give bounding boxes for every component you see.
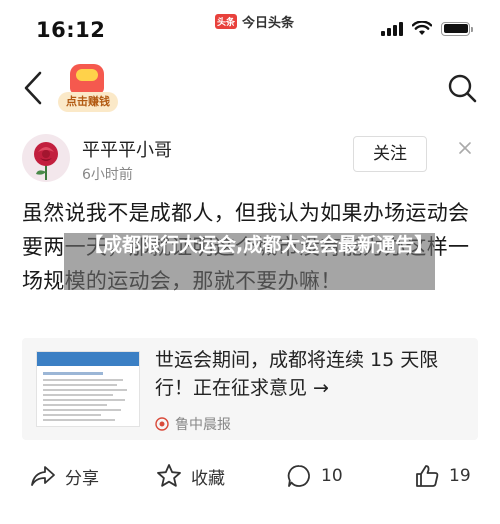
post-time: 6小时前	[82, 167, 133, 183]
app-name: 今日头条	[242, 16, 295, 31]
close-icon[interactable]	[457, 140, 473, 156]
wifi-icon	[412, 21, 432, 35]
status-time: 16:12	[36, 18, 106, 42]
nav-bar: 点击赚钱	[0, 58, 500, 120]
battery-icon	[441, 21, 473, 36]
battery-level	[443, 24, 468, 33]
promo-label: 点击赚钱	[58, 92, 118, 112]
avatar[interactable]	[22, 134, 70, 182]
chevron-left-icon[interactable]	[22, 70, 44, 106]
comment-count: 10	[321, 466, 343, 486]
toutiao-logo-icon: 头条	[215, 14, 237, 29]
overlay-title: 【成都限行大运会,成都大运会最新通告】	[84, 234, 434, 256]
article-thumbnail	[36, 351, 140, 427]
comment-icon	[287, 465, 310, 487]
status-bar: 16:12 头条 今日头条	[0, 0, 500, 58]
author-name[interactable]: 平平平小哥	[82, 136, 172, 162]
status-icons	[381, 21, 473, 36]
source-logo-icon	[155, 417, 169, 431]
follow-button[interactable]: 关注	[353, 136, 427, 172]
share-icon	[31, 466, 55, 486]
share-label: 分享	[65, 468, 99, 489]
like-button[interactable]: 19	[414, 463, 471, 489]
red-envelope-icon	[70, 64, 104, 94]
thumbs-up-icon	[416, 465, 439, 487]
search-icon[interactable]	[446, 72, 478, 104]
article-source: 鲁中晨报	[155, 414, 231, 434]
comment-button[interactable]: 10	[286, 463, 343, 489]
source-name: 鲁中晨报	[175, 417, 231, 433]
favorite-button[interactable]: 收藏	[156, 463, 225, 489]
rose-avatar-icon	[34, 142, 58, 180]
article-title: 世运会期间，成都将连续 15 天限行！正在征求意见 →	[155, 349, 439, 399]
action-bar: 分享 收藏 10 19	[0, 455, 500, 499]
linked-article-card[interactable]: 世运会期间，成都将连续 15 天限行！正在征求意见 → 鲁中晨报	[22, 338, 478, 440]
document-thumbnail-icon	[37, 352, 139, 421]
author-row: 平平平小哥 6小时前 关注	[0, 130, 500, 190]
app-badge: 头条 今日头条	[215, 12, 294, 31]
cellular-signal-icon	[381, 21, 403, 36]
like-count: 19	[449, 466, 471, 486]
home-indicator	[0, 518, 500, 524]
earn-money-promo[interactable]: 点击赚钱	[58, 62, 118, 116]
star-icon	[157, 464, 181, 487]
share-button[interactable]: 分享	[30, 463, 99, 489]
favorite-label: 收藏	[191, 468, 225, 489]
